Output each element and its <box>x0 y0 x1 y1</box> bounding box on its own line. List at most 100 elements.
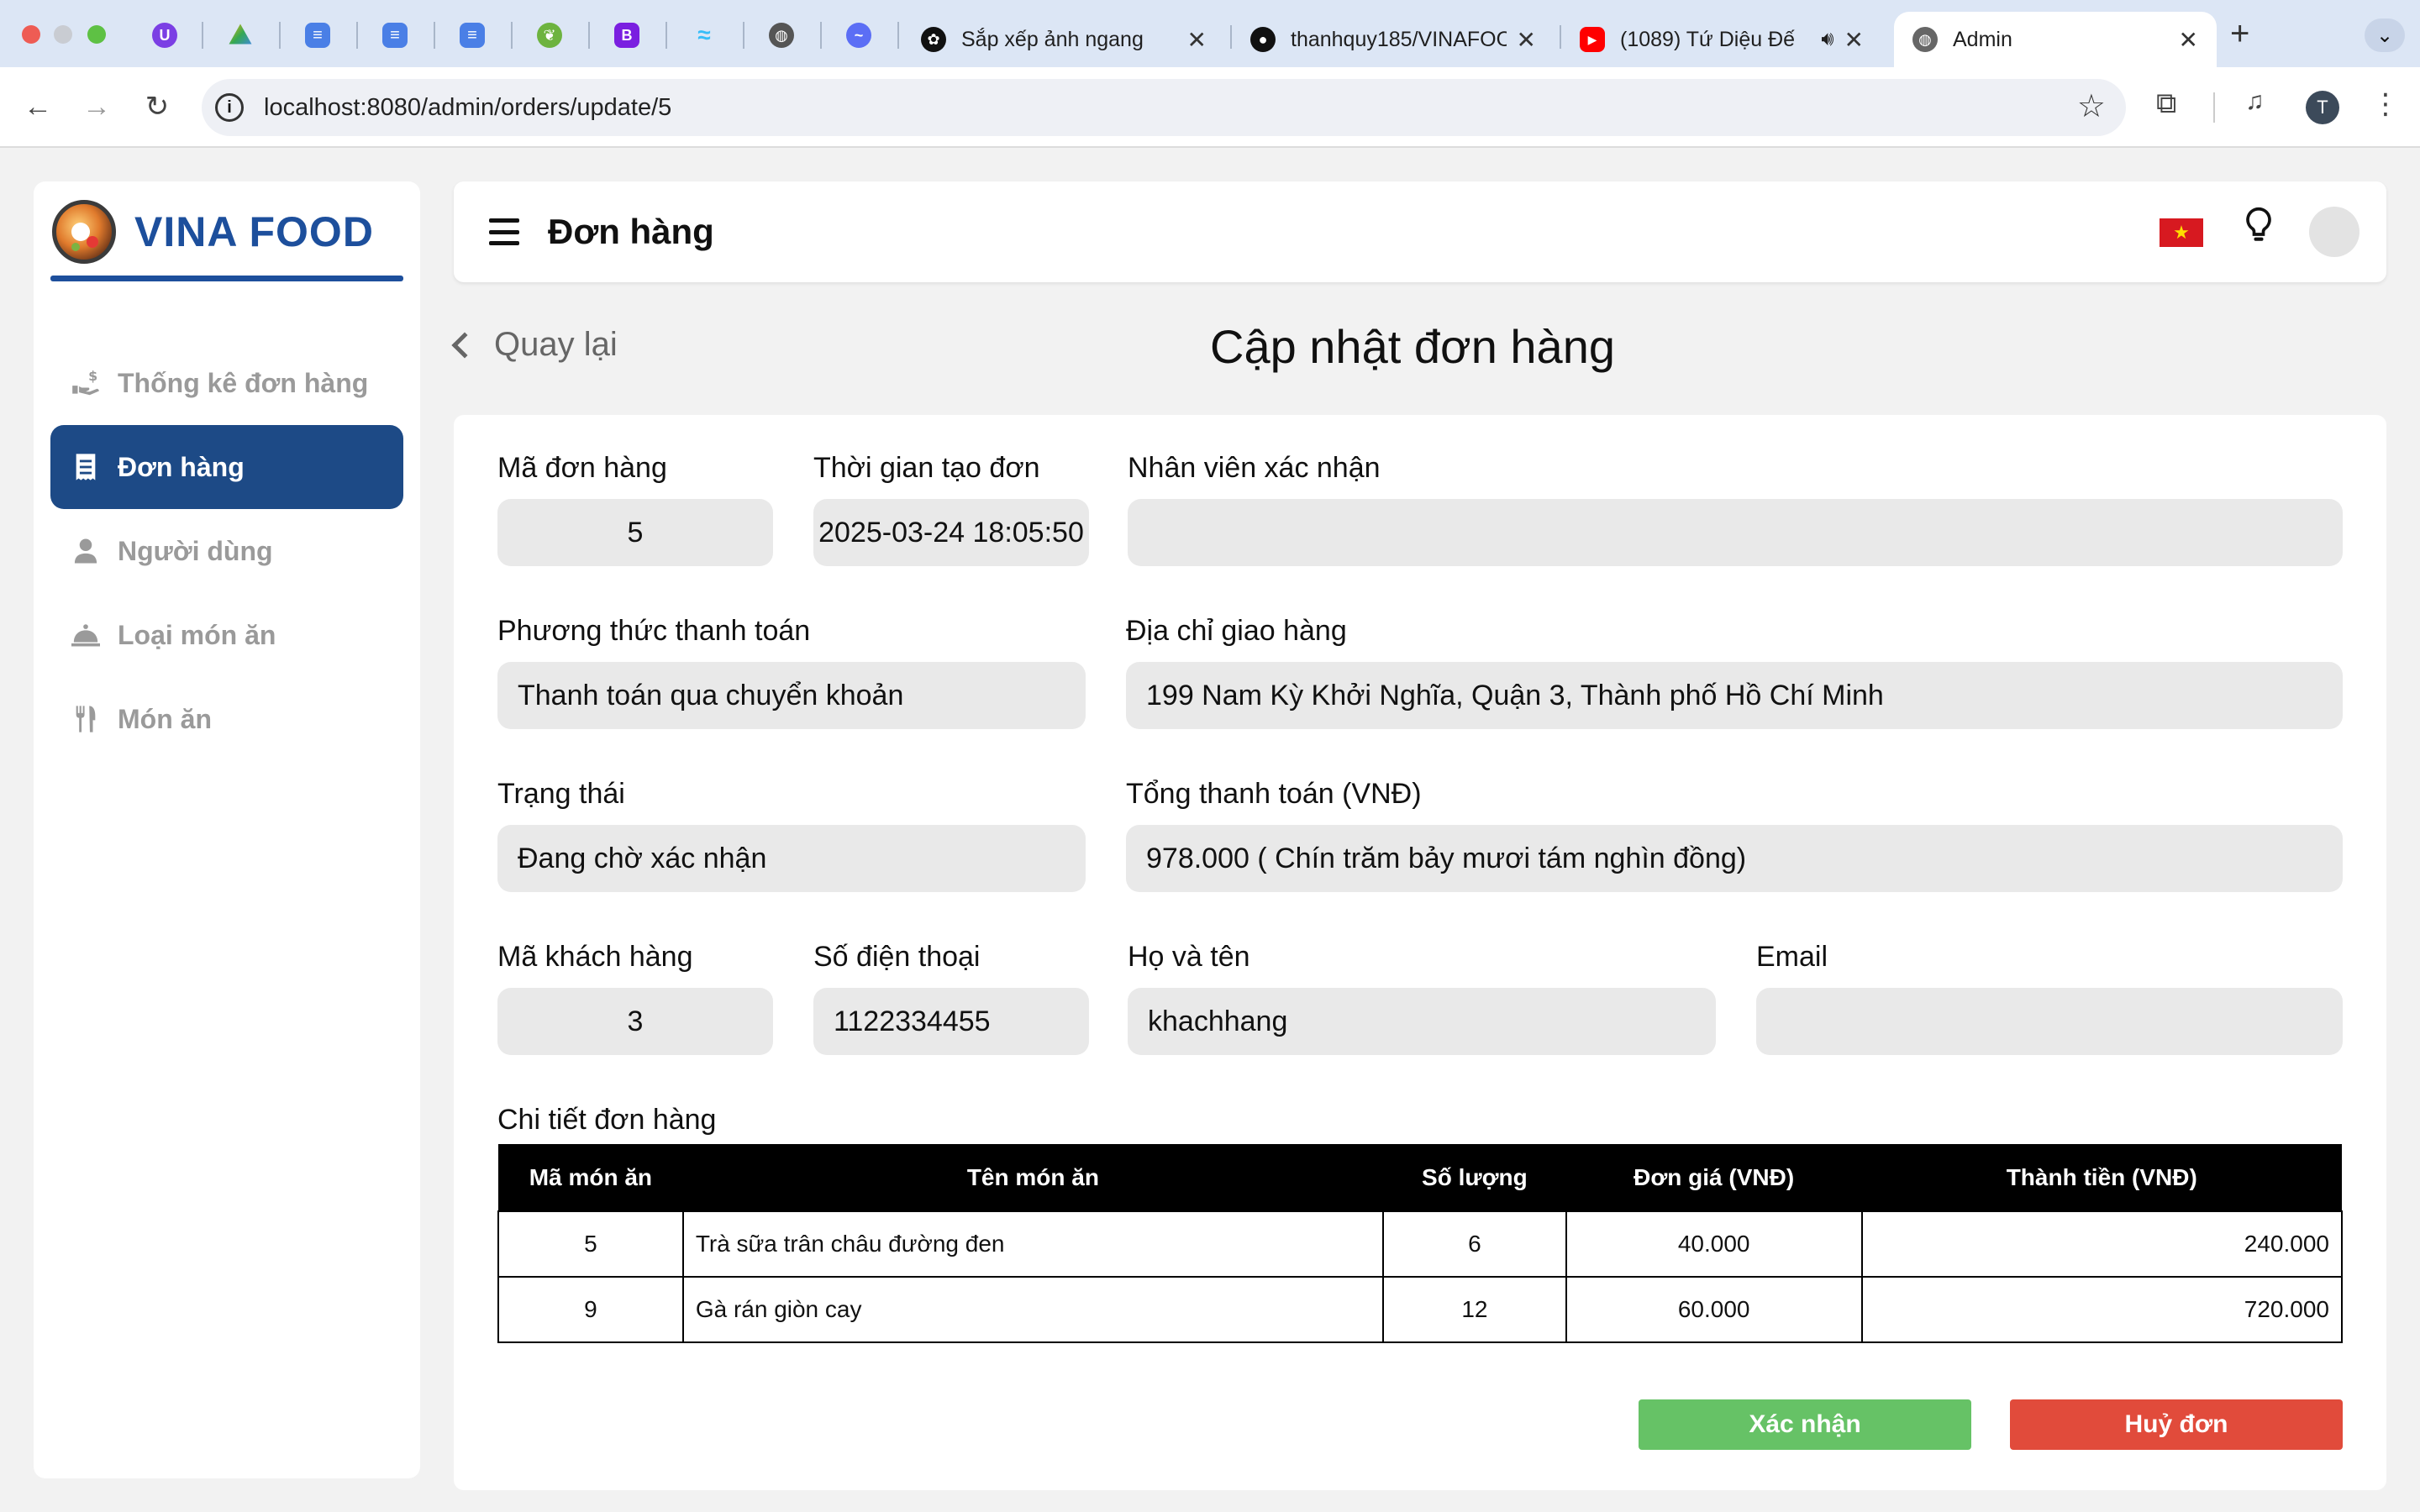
pinned-tab[interactable]: ~ <box>839 17 879 54</box>
pinned-tab[interactable]: U <box>145 17 185 54</box>
pinned-tab[interactable]: ❦ <box>529 17 570 54</box>
user-avatar[interactable] <box>2309 207 2360 257</box>
dish-id-cell: 9 <box>497 1276 684 1343</box>
svg-text:$: $ <box>88 368 97 384</box>
browser-tab[interactable]: ▶ (1089) Tứ Diệu Đế 🔊︎ ✕ <box>1561 12 1882 67</box>
order-details-table: Mã món ăn Tên món ăn Số lượng Đơn giá (V… <box>497 1144 2343 1343</box>
browser-toolbar: ← → ↻ i localhost:8080/admin/orders/upda… <box>0 67 2420 148</box>
tailwind-icon: ≈ <box>697 22 711 48</box>
back-nav-button[interactable]: ← <box>17 86 59 128</box>
unit-price-cell: 60.000 <box>1565 1276 1863 1343</box>
chevron-left-icon <box>451 331 478 359</box>
sidebar-item-label: Người dùng <box>118 535 273 566</box>
maximize-window-button[interactable] <box>87 25 106 44</box>
url-text[interactable]: localhost:8080/admin/orders/update/5 <box>264 94 671 122</box>
close-tab-icon[interactable]: ✕ <box>1517 26 1536 54</box>
browser-tab[interactable]: ● thanhquy185/VINAFOOD ✕ <box>1232 12 1555 67</box>
column-header: Tên món ăn <box>682 1144 1383 1211</box>
payment-field[interactable]: Thanh toán qua chuyển khoản <box>497 662 1086 729</box>
arrow-left-icon: ← <box>24 90 52 123</box>
address-bar[interactable]: i localhost:8080/admin/orders/update/5 ☆ <box>202 79 2126 136</box>
sidebar-item-orders[interactable]: Đơn hàng <box>50 425 403 509</box>
confirm-order-button[interactable]: Xác nhận <box>1639 1399 1971 1450</box>
total-field[interactable]: 978.000 ( Chín trăm bảy mươi tám nghìn đ… <box>1126 825 2343 892</box>
back-label: Quay lại <box>494 326 618 363</box>
extensions-icon[interactable]: ⧉ <box>2156 87 2176 120</box>
tab-search-button[interactable]: ⌄ <box>2365 18 2405 52</box>
staff-field[interactable] <box>1128 499 2343 566</box>
order-id-field[interactable]: 5 <box>497 499 773 566</box>
sidebar-item-users[interactable]: Người dùng <box>50 509 403 593</box>
sidebar-item-label: Thống kê đơn hàng <box>118 367 369 398</box>
media-control-icon[interactable]: ♫ <box>2245 87 2265 116</box>
unit-price-cell: 40.000 <box>1565 1210 1863 1278</box>
minimize-window-button[interactable] <box>54 25 72 44</box>
docs-icon: ≡ <box>305 23 330 48</box>
arrow-right-icon: → <box>82 90 111 123</box>
cancel-order-button[interactable]: Huỷ đơn <box>2010 1399 2343 1450</box>
audio-playing-icon[interactable]: 🔊︎ <box>1821 28 1833 51</box>
site-info-icon[interactable]: i <box>215 93 244 122</box>
close-window-button[interactable] <box>22 25 40 44</box>
lightbulb-icon[interactable] <box>2244 207 2274 253</box>
bookmark-star-icon[interactable]: ☆ <box>2077 87 2106 125</box>
sidebar-item-label: Loại món ăn <box>118 619 276 650</box>
pinned-tab[interactable]: ≈ <box>684 17 724 54</box>
bootstrap-icon: B <box>614 23 639 48</box>
total-label: Tổng thanh toán (VNĐ) <box>1126 778 1422 810</box>
brand-name: VINA FOOD <box>134 208 374 255</box>
line-total-cell: 240.000 <box>1860 1210 2343 1278</box>
created-at-field[interactable]: 2025-03-24 18:05:50 <box>813 499 1089 566</box>
sidebar-item-categories[interactable]: Loại món ăn <box>50 593 403 677</box>
quantity-cell: 6 <box>1381 1210 1567 1278</box>
docs-icon: ≡ <box>382 23 408 48</box>
status-field[interactable]: Đang chờ xác nhận <box>497 825 1086 892</box>
youtube-icon: ▶ <box>1580 27 1605 52</box>
created-at-label: Thời gian tạo đơn <box>813 452 1040 484</box>
page-title: Cập nhật đơn hàng <box>1210 320 1615 373</box>
status-label: Trạng thái <box>497 778 625 810</box>
app-header: Đơn hàng ★ <box>454 181 2386 282</box>
more-options-icon[interactable]: ⋮ <box>2371 87 2400 121</box>
brand-underline <box>50 276 403 281</box>
sidebar-item-order-stats[interactable]: $ Thống kê đơn hàng <box>50 341 403 425</box>
vietnam-flag-icon[interactable]: ★ <box>2160 218 2203 247</box>
reload-button[interactable]: ↻ <box>136 86 178 128</box>
browser-tab[interactable]: ✿ Sắp xếp ảnh ngang ✕ <box>902 12 1225 67</box>
pinned-tab[interactable]: ≡ <box>375 17 415 54</box>
sidebar-item-dishes[interactable]: Món ăn <box>50 677 403 761</box>
phone-field[interactable]: 1122334455 <box>813 988 1089 1055</box>
cloche-icon <box>69 618 103 652</box>
pinned-tab[interactable]: ≡ <box>452 17 492 54</box>
close-tab-icon[interactable]: ✕ <box>1844 26 1864 54</box>
browser-tab-bar: U ≡ ≡ ≡ ❦ B ≈ ◍ ~ ✿ Sắp xếp ảnh ngang ✕ … <box>0 0 2420 67</box>
browser-tab-active[interactable]: ◍ Admin ✕ <box>1894 12 2217 67</box>
sidebar-item-label: Món ăn <box>118 703 212 734</box>
new-tab-button[interactable]: + <box>2230 15 2249 53</box>
pinned-tab[interactable]: ◍ <box>761 17 802 54</box>
extension-icon: ~ <box>846 23 871 48</box>
payment-label: Phương thức thanh toán <box>497 615 811 647</box>
dish-name-cell: Gà rán giòn cay <box>681 1276 1384 1343</box>
close-tab-icon[interactable]: ✕ <box>1187 26 1207 54</box>
email-field[interactable] <box>1756 988 2343 1055</box>
address-field[interactable]: 199 Nam Kỳ Khởi Nghĩa, Quận 3, Thành phố… <box>1126 662 2343 729</box>
fullname-field[interactable]: khachhang <box>1128 988 1716 1055</box>
forward-nav-button[interactable]: → <box>76 86 118 128</box>
user-icon <box>69 534 103 568</box>
hamburger-menu-icon[interactable] <box>489 218 519 245</box>
drive-icon <box>229 24 252 45</box>
pinned-tab[interactable] <box>220 17 260 54</box>
profile-avatar[interactable]: T <box>2306 91 2339 124</box>
brand-logo[interactable]: VINA FOOD <box>52 200 374 264</box>
close-tab-icon[interactable]: ✕ <box>2179 26 2198 54</box>
pinned-tab[interactable]: ≡ <box>297 17 338 54</box>
docs-icon: ≡ <box>460 23 485 48</box>
header-title: Đơn hàng <box>548 212 714 251</box>
utensils-icon <box>69 702 103 736</box>
quantity-cell: 12 <box>1381 1276 1567 1343</box>
pinned-tab[interactable]: B <box>607 17 647 54</box>
column-header: Đơn giá (VNĐ) <box>1565 1144 1862 1211</box>
back-link[interactable]: Quay lại <box>449 326 618 364</box>
customer-id-field[interactable]: 3 <box>497 988 773 1055</box>
